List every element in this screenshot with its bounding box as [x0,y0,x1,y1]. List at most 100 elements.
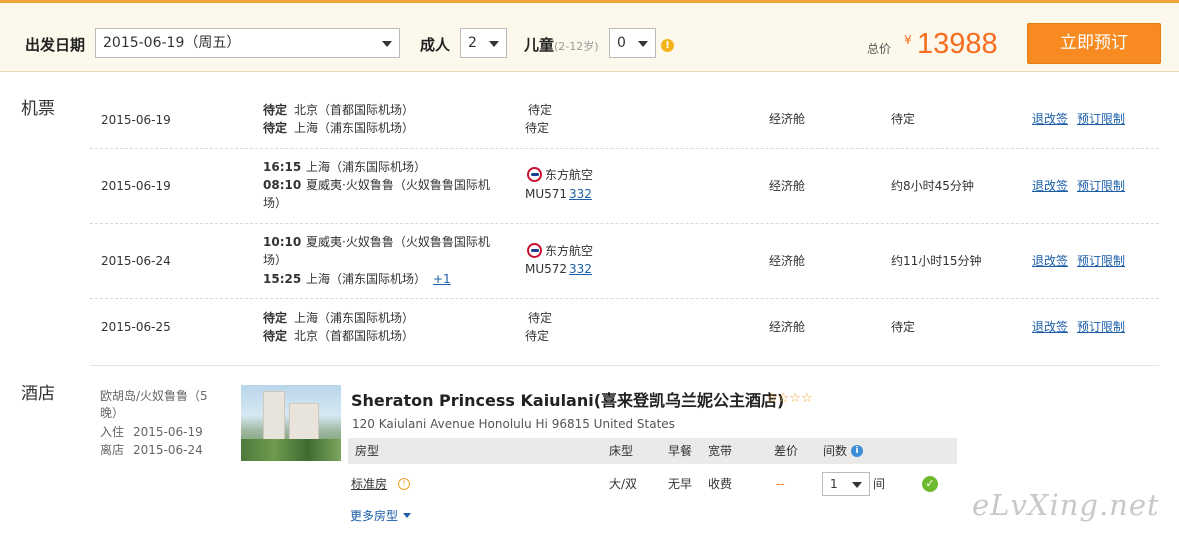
arrival-place: 上海（浦东国际机场） [294,121,415,135]
child-age-hint: (2-12岁) [554,40,599,53]
star-rating-icon: ☆☆☆☆ [766,391,813,406]
arrival-time: 待定 [263,329,288,343]
departure-time: 待定 [263,311,288,325]
header-room-type: 房型 [355,444,380,458]
chevron-down-icon [852,482,862,488]
book-now-button[interactable]: 立即预订 [1027,23,1161,64]
chevron-down-icon [382,41,392,47]
info-ring-icon[interactable]: ! [398,478,410,490]
checkin-label: 入住 [100,425,125,439]
airline-name: 东方航空 [545,244,594,258]
arrival-time: 15:25 [263,272,302,286]
warning-icon[interactable]: ! [661,39,674,52]
china-eastern-logo-icon [527,243,542,258]
day-offset-link[interactable]: +1 [433,270,451,288]
room-type-link[interactable]: 标准房 [351,475,387,493]
date-label: 出发日期 [25,36,86,54]
row-divider [90,148,1159,149]
flight-duration: 待定 [891,112,916,126]
flight-duration: 待定 [891,320,916,334]
hotel-tower-shape [263,391,285,443]
change-policy-link[interactable]: 退改签 [1032,177,1068,195]
cabin-class: 经济舱 [769,254,806,268]
child-label: 儿童(2-12岁) [524,34,599,55]
departure-place: 北京（首都国际机场） [294,103,415,117]
watermark: eLvXing.net [972,488,1160,522]
child-label-text: 儿童 [524,36,555,54]
header-broadband: 宽带 [708,444,733,458]
header-rooms: 间数 [823,444,848,458]
room-count-select[interactable]: 1 [822,472,870,496]
header-price-diff: 差价 [774,444,799,458]
departure-time: 待定 [263,103,288,117]
flight-duration: 约8小时45分钟 [891,179,974,193]
price-diff-value: -- [776,477,785,491]
flight-number: MU572 [525,262,568,276]
breakfast-value: 无早 [668,477,693,491]
checkout-date: 2015-06-24 [133,443,203,457]
booking-limit-link[interactable]: 预订限制 [1077,110,1125,128]
check-icon: ✓ [922,476,938,492]
cabin-class: 经济舱 [769,320,806,334]
change-policy-link[interactable]: 退改签 [1032,318,1068,336]
aircraft-type-link[interactable]: 332 [569,185,592,203]
flight-info: 待定 [525,329,550,343]
hotel-photo[interactable] [241,385,341,461]
adult-value: 2 [468,35,477,51]
arrival-time: 08:10 [263,178,302,192]
arrival-place: 上海（浦东国际机场） [306,272,427,286]
flight-date: 2015-06-24 [101,254,171,268]
flight-date: 2015-06-25 [101,320,171,334]
arrival-time: 待定 [263,121,288,135]
child-value: 0 [617,35,626,51]
date-select[interactable]: 2015-06-19（周五） [95,28,400,58]
flight-info: 待定 [528,311,553,325]
total-price: 13988 [917,28,998,60]
booking-limit-link[interactable]: 预订限制 [1077,252,1125,270]
child-select[interactable]: 0 [609,28,656,58]
airline-name: 东方航空 [545,168,594,182]
cabin-class: 经济舱 [769,179,806,193]
hotel-section-title: 酒店 [21,384,55,404]
arrival-place-cont: 场） [263,196,288,210]
arrival-place: 夏威夷·火奴鲁鲁（火奴鲁鲁国际机 [306,178,490,192]
info-icon[interactable]: i [851,445,863,457]
row-divider [90,298,1159,299]
palm-trees-shape [241,439,341,461]
room-count-value: 1 [830,477,838,491]
booking-limit-link[interactable]: 预订限制 [1077,318,1125,336]
flight-number: MU571 [525,187,568,201]
departure-place: 夏威夷·火奴鲁鲁（火奴鲁鲁国际机 [306,235,490,249]
booking-bar: 出发日期 2015-06-19（周五） 成人 2 儿童(2-12岁) 0 ! 总… [0,0,1179,72]
hotel-name[interactable]: Sheraton Princess Kaiulani(喜来登凯乌兰妮公主酒店) [351,387,784,411]
row-divider [90,223,1159,224]
header-breakfast: 早餐 [668,444,693,458]
caret-down-icon[interactable] [403,513,411,518]
departure-place-cont: 场） [263,253,288,267]
checkout-label: 离店 [100,443,125,457]
hotel-tower-shape [289,403,319,443]
adult-select[interactable]: 2 [460,28,507,58]
chevron-down-icon [638,41,648,47]
flight-duration: 约11小时15分钟 [891,254,982,268]
flight-info: 待定 [525,121,550,135]
aircraft-type-link[interactable]: 332 [569,260,592,278]
arrival-place: 北京（首都国际机场） [294,329,415,343]
total-label: 总价 [867,42,892,56]
header-bed: 床型 [609,444,634,458]
booking-limit-link[interactable]: 预订限制 [1077,177,1125,195]
date-value: 2015-06-19（周五） [103,35,241,51]
china-eastern-logo-icon [527,167,542,182]
hotel-address: 120 Kaiulani Avenue Honolulu Hi 96815 Un… [352,417,675,431]
more-rooms-link[interactable]: 更多房型 [350,507,398,525]
hotel-location: 欧胡岛/火奴鲁鲁（5 [100,389,208,403]
departure-time: 10:10 [263,235,302,249]
departure-place: 上海（浦东国际机场） [294,311,415,325]
adult-label: 成人 [420,36,451,54]
cabin-class: 经济舱 [769,112,806,126]
change-policy-link[interactable]: 退改签 [1032,110,1068,128]
bed-type: 大/双 [609,477,638,491]
chevron-down-icon [489,41,499,47]
change-policy-link[interactable]: 退改签 [1032,252,1068,270]
departure-time: 16:15 [263,160,302,174]
